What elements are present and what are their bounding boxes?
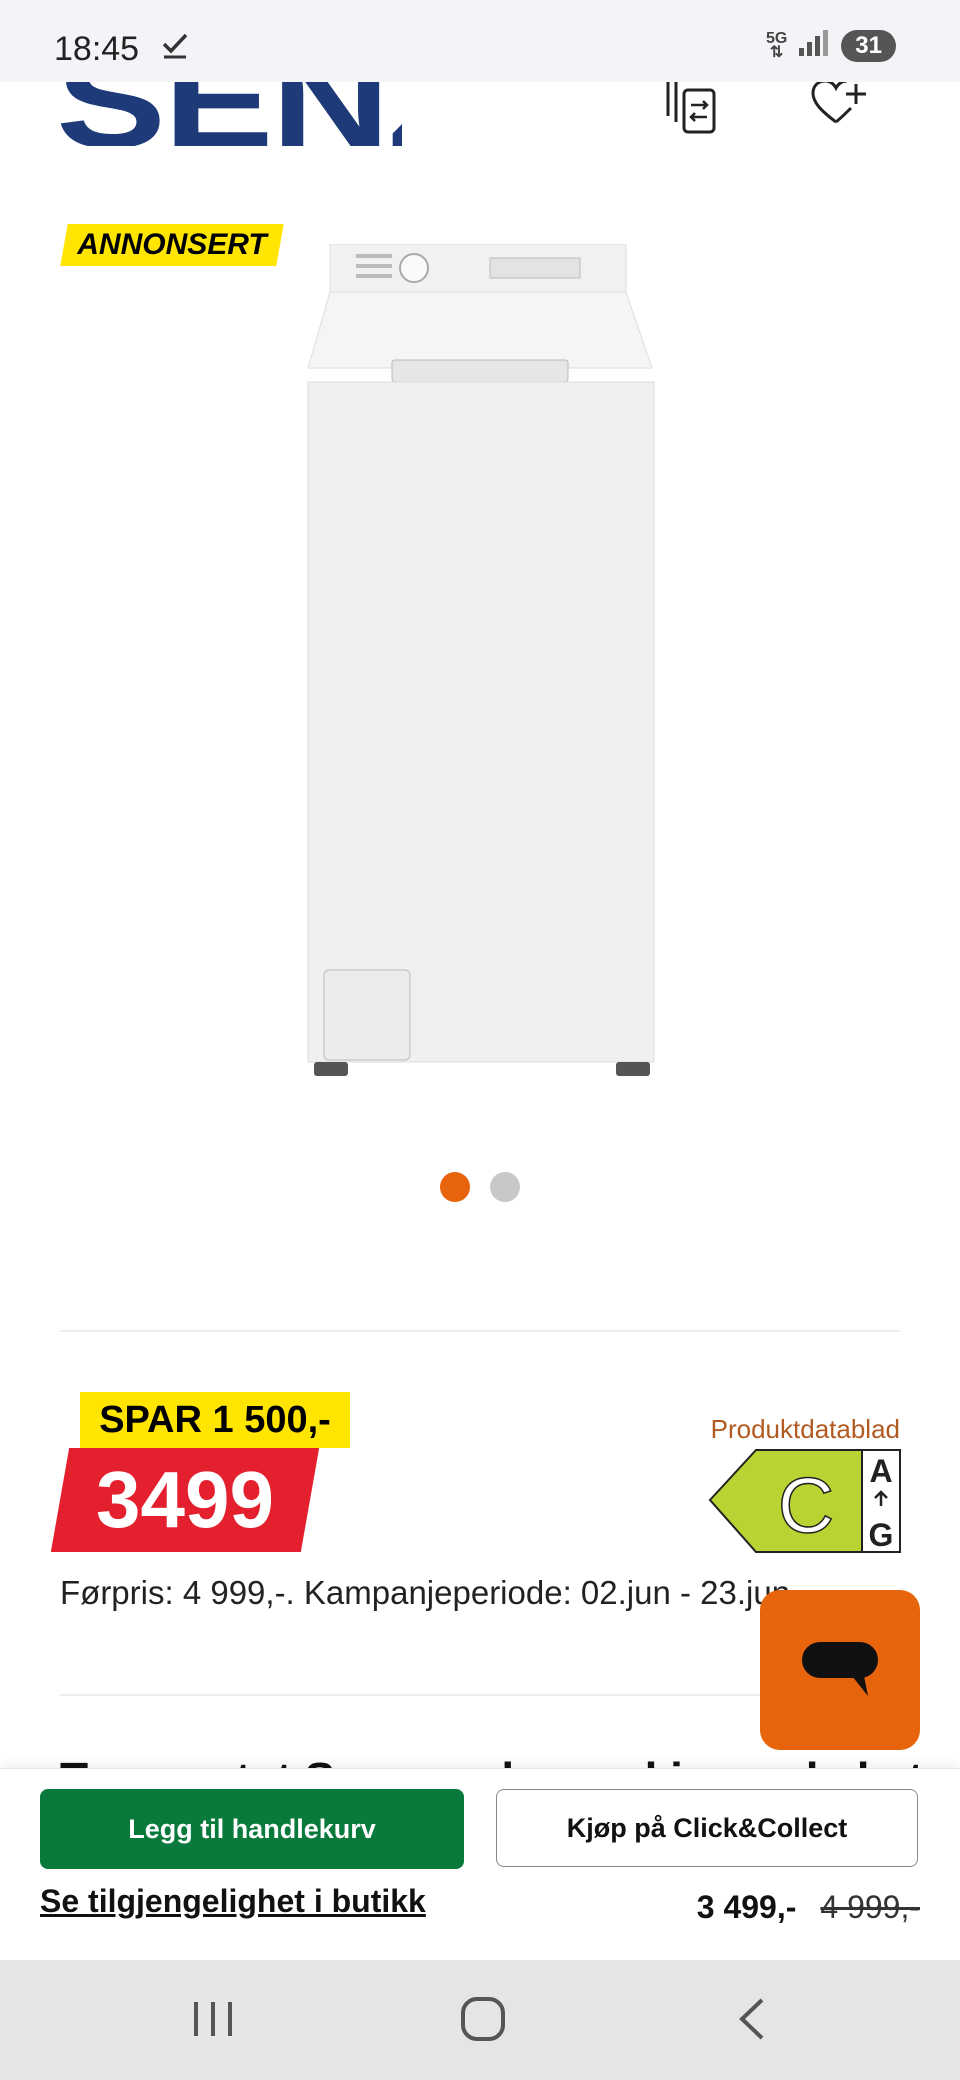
home-icon[interactable] bbox=[458, 1994, 508, 2049]
energy-bottom: G bbox=[869, 1517, 894, 1553]
divider bbox=[60, 1330, 900, 1332]
datasheet-link[interactable]: Produktdatablad bbox=[711, 1414, 900, 1445]
current-price: 3 499,- bbox=[696, 1889, 797, 1925]
check-icon bbox=[160, 30, 190, 65]
sponsored-label: ANNONSERT bbox=[77, 228, 267, 261]
price-value: 3499 bbox=[96, 1455, 274, 1544]
compare-icon[interactable] bbox=[664, 78, 720, 141]
store-availability-link[interactable]: Se tilgjengelighet i butikk bbox=[40, 1883, 426, 1920]
carousel-dot-active[interactable] bbox=[440, 1172, 470, 1202]
sponsored-badge: ANNONSERT bbox=[60, 224, 284, 266]
chat-button[interactable] bbox=[760, 1590, 920, 1750]
energy-top: A bbox=[869, 1453, 892, 1489]
status-time: 18:45 bbox=[54, 30, 140, 68]
price-box: 3499 bbox=[50, 1448, 320, 1552]
add-to-cart-button[interactable]: Legg til handlekurv bbox=[40, 1789, 464, 1869]
carousel-dot[interactable] bbox=[490, 1172, 520, 1202]
save-badge: SPAR 1 500,- bbox=[80, 1392, 350, 1448]
logo-text: SENZ bbox=[56, 76, 402, 146]
recents-icon[interactable] bbox=[190, 1994, 236, 2049]
status-indicators: 5G ⇅ 31 bbox=[766, 28, 896, 63]
chat-icon bbox=[800, 1636, 880, 1705]
wishlist-add-icon[interactable] bbox=[810, 78, 868, 133]
bar-price: 3 499,- 4 999,- bbox=[697, 1889, 920, 1926]
brand-logo[interactable]: SENZ bbox=[56, 76, 402, 146]
energy-label[interactable]: C A G bbox=[708, 1448, 902, 1559]
old-price: 4 999,- bbox=[820, 1889, 920, 1925]
image-carousel-dots bbox=[440, 1172, 520, 1202]
network-5g-icon: 5G ⇅ bbox=[765, 29, 788, 61]
back-icon[interactable] bbox=[732, 1994, 772, 2049]
status-bar: 18:45 5G ⇅ 31 bbox=[0, 0, 960, 82]
battery-icon: 31 bbox=[841, 29, 896, 62]
system-nav-bar bbox=[0, 1960, 960, 2080]
energy-class: C bbox=[778, 1461, 834, 1549]
purchase-bar: Legg til handlekurv Kjøp på Click&Collec… bbox=[0, 1768, 960, 1961]
prior-price-text: Førpris: 4 999,-. Kampanjeperiode: 02.ju… bbox=[60, 1574, 791, 1611]
click-collect-button[interactable]: Kjøp på Click&Collect bbox=[496, 1789, 918, 1867]
network-label: 5G bbox=[765, 29, 788, 47]
signal-icon bbox=[797, 28, 831, 63]
product-image[interactable] bbox=[300, 243, 660, 1085]
